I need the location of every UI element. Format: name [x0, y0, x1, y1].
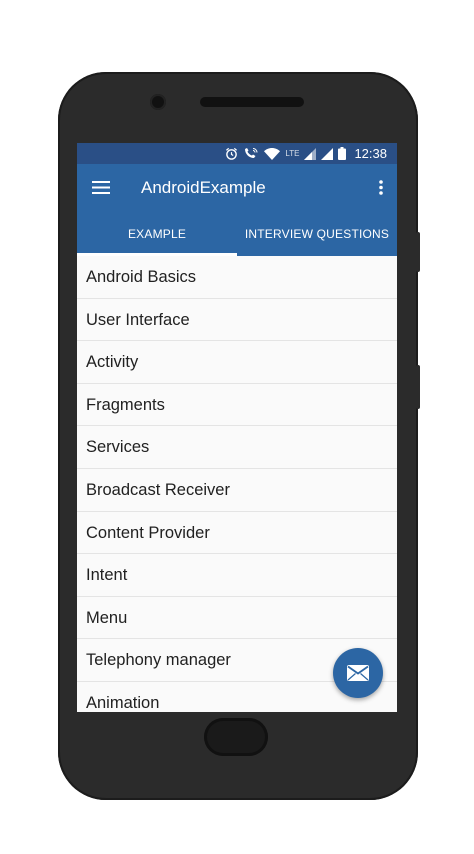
list-item-android-basics[interactable]: Android Basics	[77, 256, 397, 299]
front-camera	[150, 94, 166, 110]
mail-icon	[347, 665, 369, 681]
volume-button[interactable]	[416, 232, 420, 272]
wifi-icon	[264, 147, 281, 160]
list-item-activity[interactable]: Activity	[77, 341, 397, 384]
list-item-menu[interactable]: Menu	[77, 596, 397, 640]
alarm-icon	[226, 147, 238, 160]
topic-list: Android Basics User Interface Activity F…	[77, 256, 397, 712]
list-item-services[interactable]: Services	[77, 426, 397, 469]
tab-interview-questions[interactable]: INTERVIEW QUESTIONS	[237, 212, 397, 256]
battery-icon	[338, 147, 347, 160]
signal-icon	[321, 147, 334, 160]
app-bar: AndroidExample	[77, 164, 397, 212]
lte-signal-icon	[304, 147, 317, 160]
compose-mail-button[interactable]	[333, 648, 383, 698]
list-item-fragments[interactable]: Fragments	[77, 383, 397, 427]
status-bar: LTE 12:38	[77, 143, 397, 164]
hamburger-menu-icon[interactable]	[92, 181, 110, 194]
list-item-user-interface[interactable]: User Interface	[77, 298, 397, 342]
tab-indicator	[77, 253, 237, 256]
list-item-content-provider[interactable]: Content Provider	[77, 511, 397, 555]
power-button[interactable]	[416, 365, 420, 409]
status-clock: 12:38	[354, 146, 387, 161]
list-item-intent[interactable]: Intent	[77, 554, 397, 597]
wifi-call-icon	[245, 148, 258, 158]
tab-bar: EXAMPLE INTERVIEW QUESTIONS	[77, 212, 397, 256]
home-button[interactable]	[204, 718, 268, 756]
network-type-label: LTE	[285, 149, 300, 158]
list-item-broadcast-receiver[interactable]: Broadcast Receiver	[77, 468, 397, 512]
tab-example[interactable]: EXAMPLE	[77, 212, 237, 256]
earpiece-speaker	[200, 97, 304, 107]
app-title: AndroidExample	[141, 178, 266, 197]
more-vertical-icon[interactable]	[379, 180, 383, 195]
phone-screen: LTE 12:38 AndroidExample EXAMPLE INTERVI…	[77, 143, 397, 712]
